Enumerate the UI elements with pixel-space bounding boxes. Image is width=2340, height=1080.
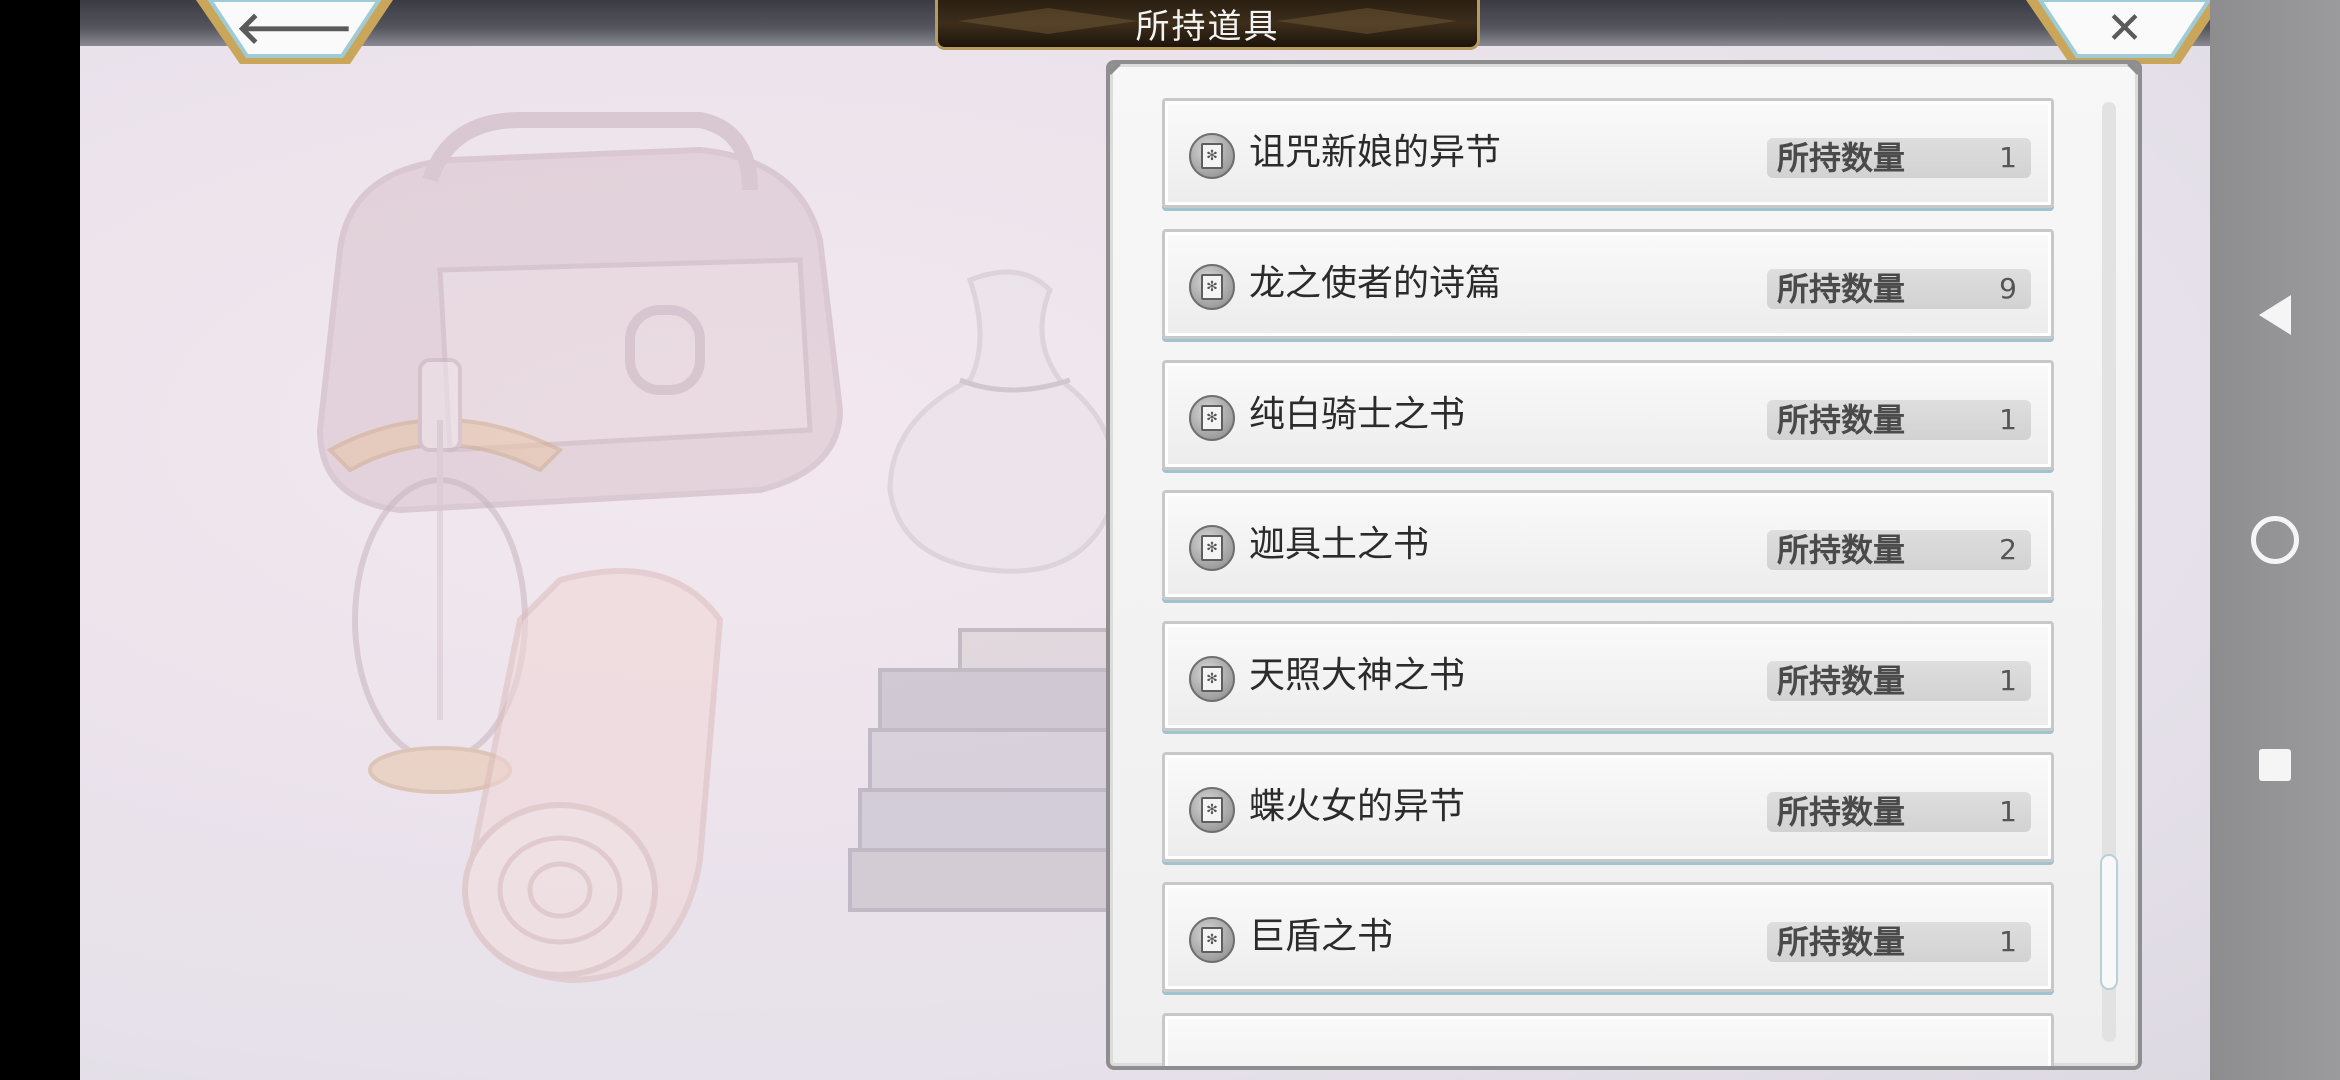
system-home-button[interactable] <box>2210 495 2340 585</box>
list-item-partial[interactable] <box>1162 1013 2054 1066</box>
close-icon: ✕ <box>2106 3 2143 54</box>
list-item[interactable]: ✻ 龙之使者的诗篇 所持数量 9 <box>1162 229 2054 339</box>
book-icon: ✻ <box>1189 787 1235 833</box>
item-name: 天照大神之书 <box>1249 655 1466 696</box>
quantity-value: 1 <box>1999 664 2017 697</box>
item-name: 蝶火女的异节 <box>1249 786 1466 827</box>
quantity-value: 9 <box>1999 272 2017 305</box>
quantity-box: 所持数量 1 <box>1767 400 2031 440</box>
square-recents-icon <box>2259 749 2291 781</box>
quantity-box: 所持数量 1 <box>1767 661 2031 701</box>
scrollbar-thumb[interactable] <box>2100 854 2118 990</box>
ornament-right <box>1277 8 1457 34</box>
quantity-label: 所持数量 <box>1777 923 1906 961</box>
list-item[interactable]: ✻ 迦具土之书 所持数量 2 <box>1162 490 2054 600</box>
circle-home-icon <box>2251 516 2299 564</box>
quantity-value: 1 <box>1999 403 2017 436</box>
item-name: 诅咒新娘的异节 <box>1249 132 1502 173</box>
title-plate: 所持道具 <box>935 0 1480 50</box>
list-item[interactable]: ✻ 诅咒新娘的异节 所持数量 1 <box>1162 98 2054 208</box>
quantity-box: 所持数量 1 <box>1767 922 2031 962</box>
item-name: 巨盾之书 <box>1249 916 1394 957</box>
quantity-value: 1 <box>1999 795 2017 828</box>
app-screen: 所持道具 🡐 ✕ ✻ 诅咒新娘的异节 所持数量 1 ✻ 龙之使者的诗篇 所持数量… <box>0 0 2340 1080</box>
quantity-label: 所持数量 <box>1777 401 1906 439</box>
quantity-value: 1 <box>1999 141 2017 174</box>
left-gutter <box>0 0 80 1080</box>
book-icon: ✻ <box>1189 525 1235 571</box>
list-item[interactable]: ✻ 蝶火女的异节 所持数量 1 <box>1162 752 2054 862</box>
quantity-label: 所持数量 <box>1777 662 1906 700</box>
triangle-back-icon <box>2259 295 2291 335</box>
system-nav-bar <box>2210 0 2340 1080</box>
bedroll-illustration <box>462 568 724 984</box>
quantity-box: 所持数量 1 <box>1767 792 2031 832</box>
item-name: 纯白骑士之书 <box>1249 394 1466 435</box>
list-item[interactable]: ✻ 巨盾之书 所持数量 1 <box>1162 882 2054 992</box>
book-icon: ✻ <box>1189 264 1235 310</box>
quantity-label: 所持数量 <box>1777 270 1906 308</box>
quantity-value: 1 <box>1999 925 2017 958</box>
system-recents-button[interactable] <box>2210 720 2340 810</box>
book-icon: ✻ <box>1189 917 1235 963</box>
arrow-left-icon: 🡐 <box>235 3 354 54</box>
system-back-button[interactable] <box>2210 270 2340 360</box>
quantity-box: 所持数量 2 <box>1767 530 2031 570</box>
book-icon: ✻ <box>1189 133 1235 179</box>
quantity-label: 所持数量 <box>1777 139 1906 177</box>
back-button[interactable]: 🡐 <box>192 0 397 66</box>
close-button[interactable]: ✕ <box>2022 0 2227 66</box>
quantity-value: 2 <box>1999 533 2017 566</box>
ornament-left <box>958 8 1138 34</box>
page-title: 所持道具 <box>1135 7 1280 47</box>
book-icon: ✻ <box>1189 656 1235 702</box>
quantity-box: 所持数量 1 <box>1767 138 2031 178</box>
list-item[interactable]: ✻ 天照大神之书 所持数量 1 <box>1162 621 2054 731</box>
quantity-box: 所持数量 9 <box>1767 269 2031 309</box>
quantity-label: 所持数量 <box>1777 531 1906 569</box>
book-icon: ✻ <box>1189 395 1235 441</box>
quantity-label: 所持数量 <box>1777 793 1906 831</box>
pouch-illustration <box>887 269 1117 574</box>
item-list-panel: ✻ 诅咒新娘的异节 所持数量 1 ✻ 龙之使者的诗篇 所持数量 9 ✻ 纯白骑士… <box>1106 60 2142 1070</box>
item-name: 龙之使者的诗篇 <box>1249 263 1502 304</box>
item-name: 迦具土之书 <box>1249 524 1430 565</box>
list-item[interactable]: ✻ 纯白骑士之书 所持数量 1 <box>1162 360 2054 470</box>
